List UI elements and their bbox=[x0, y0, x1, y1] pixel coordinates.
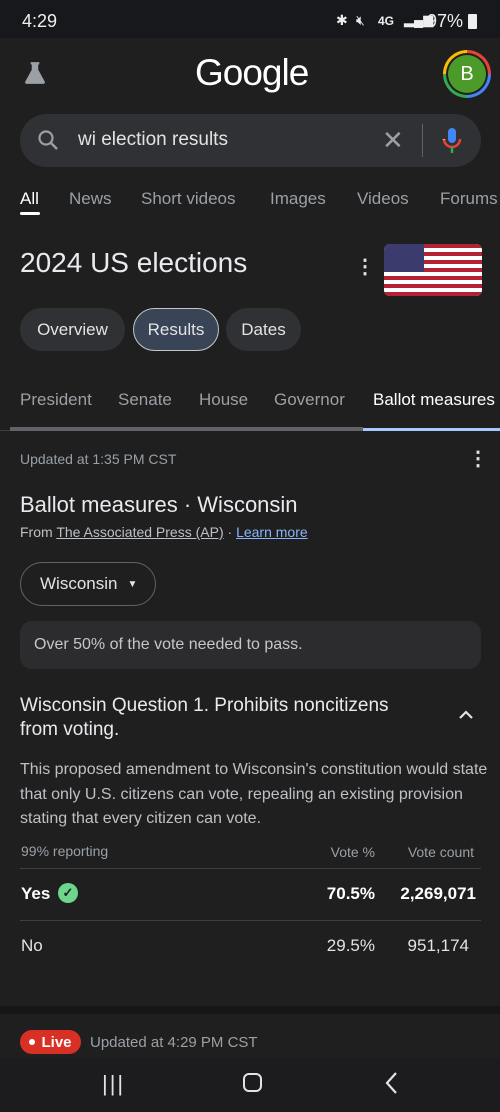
clock: 4:29 bbox=[22, 11, 58, 31]
col-vote-pct: Vote % bbox=[330, 844, 375, 860]
option-label: Yes bbox=[21, 884, 51, 903]
question-description: This proposed amendment to Wisconsin's c… bbox=[20, 761, 488, 827]
subtab-house[interactable]: House bbox=[199, 390, 248, 410]
table-row: Yes ✓ 70.5% 2,269,071 bbox=[20, 870, 481, 920]
back-button[interactable] bbox=[384, 1070, 400, 1096]
tab-videos[interactable]: Videos bbox=[357, 189, 409, 209]
live-updated-time: Updated at 4:29 PM CST bbox=[90, 1034, 258, 1051]
subtab-governor[interactable]: Governor bbox=[274, 390, 345, 410]
section-title: Ballot measures · Wisconsin bbox=[20, 492, 298, 517]
active-subtab-indicator bbox=[363, 428, 500, 431]
tab-forums[interactable]: Forums bbox=[440, 189, 498, 209]
option-label: No bbox=[21, 936, 43, 955]
more-options-icon[interactable]: ⋮ bbox=[355, 254, 375, 279]
avatar-letter: B bbox=[448, 55, 486, 93]
vote-pct: 70.5% bbox=[326, 884, 375, 903]
divider bbox=[20, 868, 481, 869]
labs-flask-icon[interactable] bbox=[22, 60, 48, 86]
learn-more-link[interactable]: Learn more bbox=[236, 524, 308, 540]
vote-pct: 29.5% bbox=[326, 936, 375, 955]
tab-short-videos[interactable]: Short videos bbox=[141, 189, 236, 209]
subtab-president[interactable]: President bbox=[20, 390, 92, 410]
subtab-ballot-measures[interactable]: Ballot measures bbox=[373, 390, 495, 410]
separator: · bbox=[227, 524, 233, 540]
mute-icon: 🔇︎ bbox=[356, 12, 365, 28]
dropdown-arrow-icon: ▼ bbox=[127, 578, 138, 590]
us-flag-icon bbox=[384, 244, 482, 296]
col-vote-count: Vote count bbox=[407, 844, 474, 860]
state-dropdown-value: Wisconsin bbox=[40, 574, 118, 593]
live-badge: Live bbox=[20, 1030, 81, 1054]
updated-time: Updated at 1:35 PM CST bbox=[20, 451, 177, 467]
question-title: Wisconsin Question 1. Prohibits noncitiz… bbox=[20, 695, 389, 740]
active-tab-indicator bbox=[20, 212, 40, 215]
info-box: Over 50% of the vote needed to pass. bbox=[20, 621, 481, 669]
card-title: 2024 US elections bbox=[20, 247, 248, 278]
divider bbox=[422, 124, 423, 157]
chip-overview[interactable]: Overview bbox=[20, 308, 125, 351]
source-link[interactable]: The Associated Press (AP) bbox=[56, 524, 223, 540]
status-bar: 4:29 ✱ 🔇︎ 4G ▂▄▆ 97% bbox=[0, 0, 500, 38]
source-line: From The Associated Press (AP) · Learn m… bbox=[20, 524, 308, 540]
recent-apps-button[interactable]: ||| bbox=[102, 1071, 125, 1097]
chip-results[interactable]: Results bbox=[133, 308, 219, 351]
tab-images[interactable]: Images bbox=[270, 189, 326, 209]
source-prefix: From bbox=[20, 524, 53, 540]
avatar[interactable]: B bbox=[443, 50, 491, 98]
clear-icon[interactable]: ✕ bbox=[382, 125, 404, 156]
home-button[interactable] bbox=[243, 1073, 262, 1092]
subtab-senate[interactable]: Senate bbox=[118, 390, 172, 410]
table-row: No 29.5% 951,174 bbox=[20, 921, 481, 971]
search-icon bbox=[38, 130, 58, 150]
bluetooth-icon: ✱ bbox=[336, 12, 348, 28]
section-separator bbox=[0, 1006, 500, 1014]
state-dropdown[interactable]: Wisconsin ▼ bbox=[20, 562, 156, 606]
vote-count: 951,174 bbox=[407, 936, 469, 955]
battery-level: 97% bbox=[427, 11, 464, 31]
google-logo[interactable]: Google bbox=[195, 52, 309, 94]
network-label: 4G bbox=[378, 14, 395, 28]
chip-dates[interactable]: Dates bbox=[226, 308, 301, 351]
search-input[interactable]: wi election results bbox=[78, 129, 228, 151]
search-bar[interactable]: wi election results ✕ bbox=[20, 114, 481, 167]
tab-all[interactable]: All bbox=[20, 189, 39, 209]
system-nav-bar: ||| bbox=[0, 1058, 500, 1112]
battery-icon bbox=[468, 14, 477, 29]
winner-check-icon: ✓ bbox=[58, 883, 78, 903]
vote-count: 2,269,071 bbox=[400, 884, 476, 903]
chevron-up-icon[interactable] bbox=[457, 707, 475, 721]
reporting-status: 99% reporting bbox=[21, 843, 109, 859]
tab-news[interactable]: News bbox=[69, 189, 112, 209]
microphone-icon[interactable] bbox=[441, 127, 463, 155]
live-label: Live bbox=[41, 1033, 72, 1051]
live-dot-icon bbox=[29, 1039, 36, 1045]
scroll-track bbox=[10, 427, 363, 431]
more-options-icon[interactable]: ⋮ bbox=[468, 446, 488, 471]
